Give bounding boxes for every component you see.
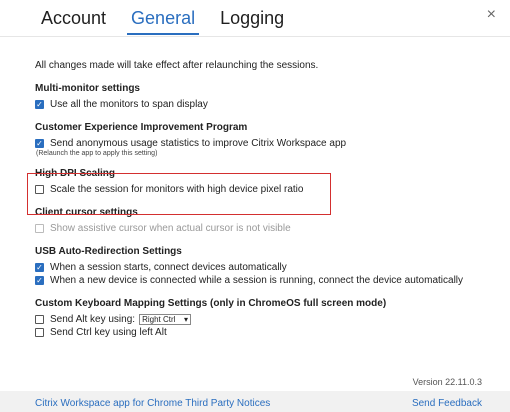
checkbox-checked-icon[interactable]: ✓ — [35, 263, 44, 272]
checkbox-checked-icon[interactable]: ✓ — [35, 100, 44, 109]
usb-session-start-option[interactable]: ✓ When a session starts, connect devices… — [35, 261, 495, 274]
section-title: Custom Keyboard Mapping Settings (only i… — [35, 298, 387, 309]
alt-key-select[interactable]: Right Ctrl ▾ — [139, 314, 192, 325]
checkbox-unchecked-icon[interactable] — [35, 328, 44, 337]
option-label: When a new device is connected while a s… — [50, 275, 464, 286]
checkbox-checked-icon[interactable]: ✓ — [35, 139, 44, 148]
highlight-box — [27, 173, 331, 215]
usb-section: USB Auto-Redirection Settings ✓ When a s… — [35, 246, 495, 287]
version-label: Version 22.11.0.3 — [412, 377, 482, 387]
relaunch-note: All changes made will take effect after … — [35, 60, 319, 71]
span-monitors-option[interactable]: ✓ Use all the monitors to span display — [35, 98, 495, 111]
selected-value: Right Ctrl — [142, 315, 176, 324]
checkbox-checked-icon[interactable]: ✓ — [35, 276, 44, 285]
ctrl-key-option[interactable]: Send Ctrl key using left Alt — [35, 326, 495, 339]
option-label: Show assistive cursor when actual cursor… — [50, 223, 291, 234]
tab-general[interactable]: General — [127, 8, 200, 35]
option-label: Send Alt key using: — [50, 314, 136, 325]
usage-stats-option[interactable]: ✓ Send anonymous usage statistics to imp… — [35, 137, 495, 150]
option-label: When a session starts, connect devices a… — [50, 262, 287, 273]
ceip-section: Customer Experience Improvement Program … — [35, 122, 495, 157]
checkbox-unchecked-icon[interactable] — [35, 315, 44, 324]
tab-divider — [0, 36, 510, 37]
settings-tabs: Account General Logging — [37, 8, 288, 35]
option-label: Send Ctrl key using left Alt — [50, 327, 167, 338]
keyboard-section: Custom Keyboard Mapping Settings (only i… — [35, 298, 495, 339]
third-party-notices-link[interactable]: Citrix Workspace app for Chrome Third Pa… — [35, 398, 270, 409]
multi-monitor-section: Multi-monitor settings ✓ Use all the mon… — [35, 83, 495, 111]
alt-key-option[interactable]: Send Alt key using: Right Ctrl ▾ — [35, 313, 495, 326]
chevron-down-icon: ▾ — [184, 315, 189, 324]
option-label: Send anonymous usage statistics to impro… — [50, 138, 347, 149]
section-title: Multi-monitor settings — [35, 83, 140, 94]
usb-new-device-option[interactable]: ✓ When a new device is connected while a… — [35, 274, 495, 287]
option-label: Use all the monitors to span display — [50, 99, 208, 110]
section-title: Customer Experience Improvement Program — [35, 122, 248, 133]
send-feedback-link[interactable]: Send Feedback — [412, 398, 482, 409]
close-icon[interactable]: × — [487, 6, 496, 24]
relaunch-subnote: (Relaunch the app to apply this setting) — [36, 150, 158, 157]
section-title: USB Auto-Redirection Settings — [35, 246, 182, 257]
tab-logging[interactable]: Logging — [216, 8, 288, 35]
tab-account[interactable]: Account — [37, 8, 110, 35]
checkbox-disabled-icon — [35, 224, 44, 233]
assistive-cursor-option: Show assistive cursor when actual cursor… — [35, 222, 495, 235]
